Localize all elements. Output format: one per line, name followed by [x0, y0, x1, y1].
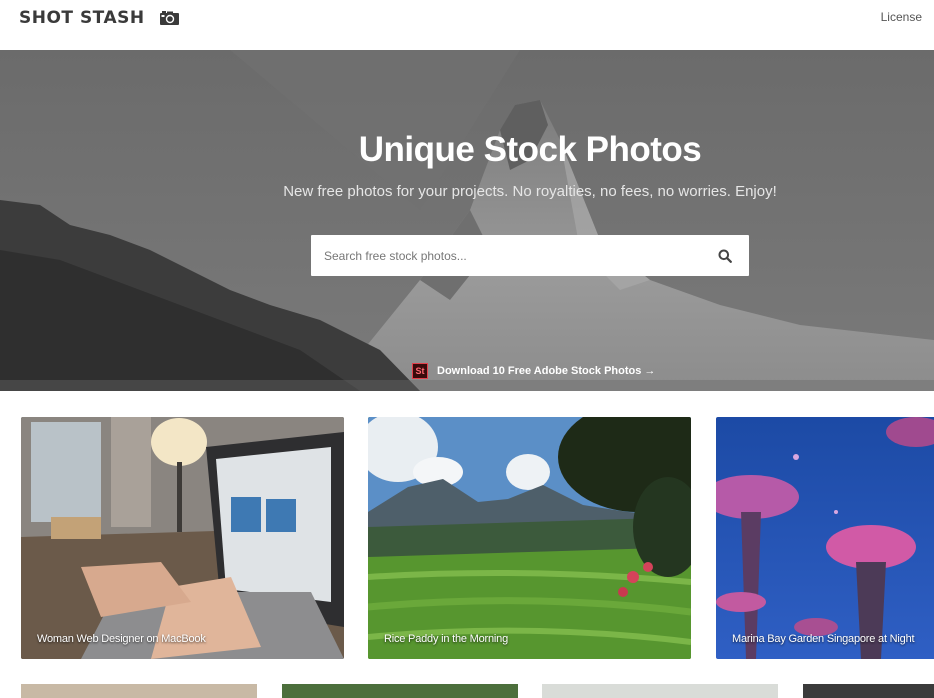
photo-caption: Woman Web Designer on MacBook	[37, 633, 206, 645]
promo-text: Download 10 Free Adobe Stock Photos →	[437, 365, 656, 377]
site-header: SHOT STASH License	[0, 0, 934, 50]
photo-card[interactable]: Rice Paddy in the Morning	[368, 417, 691, 659]
hero-subtitle: New free photos for your projects. No ro…	[283, 183, 777, 200]
hero-banner: Unique Stock Photos New free photos for …	[0, 50, 934, 391]
photo-card[interactable]	[282, 684, 518, 698]
photo-card[interactable]: Woman Web Designer on MacBook	[21, 417, 344, 659]
photo-thumbnail	[368, 417, 691, 659]
logo-text: SHOT STASH	[19, 8, 145, 28]
site-logo[interactable]: SHOT STASH	[19, 8, 180, 28]
photo-card[interactable]: Marina Bay Garden Singapore at Night	[716, 417, 934, 659]
camera-icon	[159, 10, 180, 26]
hero-background-image	[0, 50, 934, 391]
search-input[interactable]	[311, 235, 701, 276]
hero-title: Unique Stock Photos	[358, 130, 702, 169]
search-bar	[311, 235, 749, 276]
photo-caption: Marina Bay Garden Singapore at Night	[732, 633, 915, 645]
search-icon	[718, 249, 732, 263]
search-button[interactable]	[701, 235, 749, 276]
photo-thumbnail	[21, 417, 344, 659]
photo-card[interactable]	[542, 684, 778, 698]
photo-card[interactable]	[803, 684, 934, 698]
photo-caption: Rice Paddy in the Morning	[384, 633, 509, 645]
photo-thumbnail	[716, 417, 934, 659]
license-link[interactable]: License	[881, 10, 922, 24]
adobe-stock-icon: St	[412, 363, 428, 379]
adobe-stock-promo-link[interactable]: St Download 10 Free Adobe Stock Photos →	[412, 363, 655, 379]
photo-card[interactable]	[21, 684, 257, 698]
